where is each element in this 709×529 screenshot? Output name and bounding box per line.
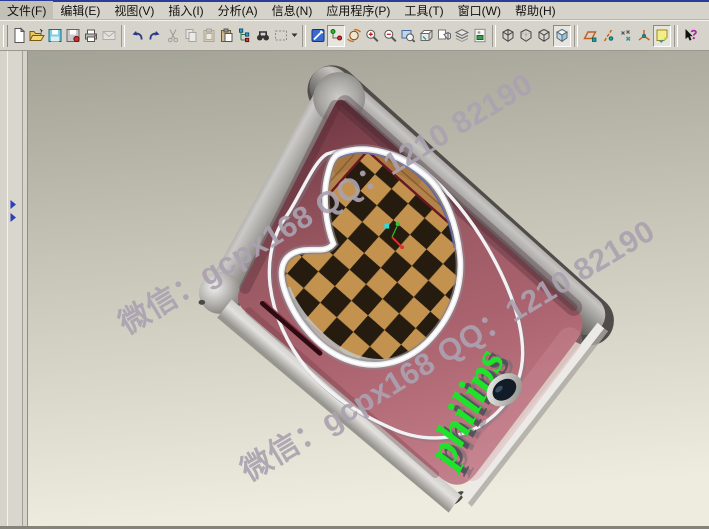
model-tree-icon	[237, 27, 253, 44]
zoom-out-button[interactable]	[381, 25, 399, 47]
undo-button[interactable]	[128, 25, 146, 47]
datum-axes-toggle-button[interactable]	[599, 25, 617, 47]
wireframe-cube-icon	[500, 27, 516, 44]
menu-tools[interactable]: 工具(T)	[397, 1, 450, 21]
open-folder-icon	[29, 27, 45, 44]
layers-icon	[454, 27, 470, 44]
main-toolbar	[0, 20, 709, 51]
display-settings-icon	[436, 27, 452, 44]
saved-views-button[interactable]	[471, 25, 489, 47]
repaint-button[interactable]	[309, 25, 327, 47]
spin-center-icon	[328, 27, 344, 44]
email-icon	[101, 27, 117, 44]
cut-button[interactable]	[164, 25, 182, 47]
refit-button[interactable]	[399, 25, 417, 47]
binoculars-icon	[255, 27, 271, 44]
saved-views-icon	[472, 27, 488, 44]
zoom-out-icon	[382, 27, 398, 44]
menu-window[interactable]: 窗口(W)	[451, 1, 508, 21]
chevron-right-icon	[9, 199, 21, 225]
model-tree-button[interactable]	[236, 25, 254, 47]
undo-icon	[129, 27, 145, 44]
copy-icon	[183, 27, 199, 44]
left-dock-strip	[0, 51, 28, 526]
paste-icon	[201, 27, 217, 44]
repaint-icon	[310, 27, 326, 44]
menu-applications[interactable]: 应用程序(P)	[319, 1, 397, 21]
datum-point-icon	[618, 27, 634, 44]
annotation-note-icon	[654, 27, 670, 44]
print-icon	[83, 27, 99, 44]
datum-points-toggle-button[interactable]	[617, 25, 635, 47]
wireframe-display-button[interactable]	[499, 25, 517, 47]
new-file-icon	[11, 27, 27, 44]
menu-info[interactable]: 信息(N)	[265, 1, 320, 21]
save-file-button[interactable]	[46, 25, 64, 47]
application-window: 文件(F) 编辑(E) 视图(V) 插入(I) 分析(A) 信息(N) 应用程序…	[0, 0, 709, 529]
copy-button[interactable]	[182, 25, 200, 47]
dock-overflow-chevrons[interactable]	[9, 199, 23, 225]
datum-planes-toggle-button[interactable]	[581, 25, 599, 47]
redo-icon	[147, 27, 163, 44]
toolbar-separator	[492, 25, 496, 47]
spin-center-button[interactable]	[327, 25, 345, 47]
new-file-button[interactable]	[10, 25, 28, 47]
hidden-line-cube-icon	[518, 27, 534, 44]
menu-edit[interactable]: 编辑(E)	[53, 1, 107, 21]
selection-filter-dropdown[interactable]	[290, 25, 299, 47]
menu-file[interactable]: 文件(F)	[0, 1, 53, 21]
paste-button[interactable]	[200, 25, 218, 47]
menu-help[interactable]: 帮助(H)	[508, 1, 563, 21]
paste-special-icon	[219, 27, 235, 44]
layers-button[interactable]	[453, 25, 471, 47]
redo-button[interactable]	[146, 25, 164, 47]
paste-special-button[interactable]	[218, 25, 236, 47]
toolbar-separator	[302, 25, 306, 47]
chevron-down-icon	[291, 33, 298, 38]
save-as-icon	[65, 27, 81, 44]
print-button[interactable]	[82, 25, 100, 47]
graphics-viewport[interactable]: philips philips philips 微信：gcpx168 QQ：12…	[28, 51, 709, 526]
zoom-fit-icon	[400, 27, 416, 44]
zoom-in-button[interactable]	[363, 25, 381, 47]
scissors-icon	[165, 27, 181, 44]
save-icon	[47, 27, 63, 44]
open-file-button[interactable]	[28, 25, 46, 47]
toolbar-separator	[121, 25, 125, 47]
help-cursor-icon	[682, 27, 698, 44]
datum-plane-icon	[582, 27, 598, 44]
orbit-icon	[346, 27, 362, 44]
no-hidden-cube-icon	[536, 27, 552, 44]
datum-csys-toggle-button[interactable]	[635, 25, 653, 47]
selection-box-icon	[273, 27, 289, 44]
find-button[interactable]	[254, 25, 272, 47]
save-as-button[interactable]	[64, 25, 82, 47]
toolbar-separator	[574, 25, 578, 47]
shaded-cube-icon	[554, 27, 570, 44]
annotations-toggle-button[interactable]	[653, 25, 671, 47]
datum-axis-icon	[600, 27, 616, 44]
menu-view[interactable]: 视图(V)	[107, 1, 161, 21]
menu-insert[interactable]: 插入(I)	[161, 1, 210, 21]
hidden-line-display-button[interactable]	[517, 25, 535, 47]
view-manager-button[interactable]	[417, 25, 435, 47]
datum-csys-icon	[636, 27, 652, 44]
selection-filter-button[interactable]	[272, 25, 290, 47]
menu-analysis[interactable]: 分析(A)	[211, 1, 265, 21]
view-box-icon	[418, 27, 434, 44]
toolbar-separator	[674, 25, 678, 47]
model-scene: philips philips philips 微信：gcpx168 QQ：12…	[28, 51, 709, 526]
zoom-in-icon	[364, 27, 380, 44]
orient-view-button[interactable]	[345, 25, 363, 47]
toolbar-grip[interactable]	[3, 25, 8, 47]
context-help-button[interactable]	[681, 25, 699, 47]
docked-toolbar-handle[interactable]	[7, 51, 23, 526]
send-email-button[interactable]	[100, 25, 118, 47]
no-hidden-display-button[interactable]	[535, 25, 553, 47]
shaded-display-button[interactable]	[553, 25, 571, 47]
display-settings-button[interactable]	[435, 25, 453, 47]
menu-bar: 文件(F) 编辑(E) 视图(V) 插入(I) 分析(A) 信息(N) 应用程序…	[0, 2, 709, 20]
